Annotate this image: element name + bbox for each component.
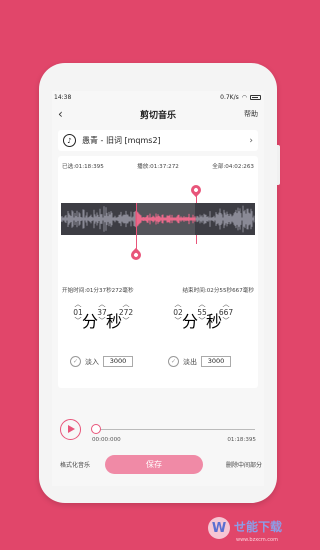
chevron-up-icon[interactable]: ︿ (192, 300, 212, 308)
fade-in-label: 淡入 (85, 357, 99, 366)
fade-in-control: ✓ 淡入 3000 (70, 356, 133, 367)
progress-track[interactable] (95, 429, 255, 430)
start-ms-stepper: ︿ 272 ﹀ (116, 300, 136, 325)
nav-bar: ‹ 剪切音乐 帮助 (52, 103, 264, 125)
save-button[interactable]: 保存 (105, 455, 203, 474)
total-time: 全部:04:02:263 (212, 164, 254, 170)
start-marker-line (136, 203, 137, 249)
song-name: 愚青 - 旧词 [mqms2] (82, 136, 161, 145)
phone-frame: 14:38 0.7K/s ◠ ‹ 剪切音乐 帮助 ♪ 愚青 - 旧词 [mqms… (39, 63, 280, 503)
fade-out-label: 淡出 (183, 357, 197, 366)
music-note-icon: ♪ (63, 134, 76, 147)
back-arrow-icon[interactable]: ‹ (58, 107, 78, 121)
status-bar: 14:38 0.7K/s ◠ (52, 91, 264, 103)
time-summary: 已选:01:18:395 播放:01:37:272 全部:04:02:263 (62, 162, 254, 170)
range-labels: 开始时间:01分37秒272毫秒 结束时间:02分55秒667毫秒 (62, 286, 254, 294)
current-time: 00:00:000 (92, 437, 121, 443)
play-icon[interactable] (60, 419, 81, 440)
watermark-logo-icon: W (208, 517, 230, 539)
fade-out-checkbox[interactable]: ✓ (168, 356, 179, 367)
waveform[interactable] (61, 203, 255, 235)
end-ms-stepper: ︿ 667 ﹀ (216, 300, 236, 325)
chevron-up-icon[interactable]: ︿ (68, 300, 88, 308)
bottom-actions: 格式化音乐 保存 删除中间部分 (52, 453, 264, 475)
fade-out-input[interactable]: 3000 (201, 356, 231, 367)
chevron-down-icon[interactable]: ﹀ (216, 317, 236, 325)
chevron-up-icon[interactable]: ︿ (116, 300, 136, 308)
start-marker-handle[interactable] (128, 247, 144, 263)
end-marker-handle[interactable] (188, 182, 204, 198)
status-icons: 0.7K/s ◠ (220, 94, 261, 101)
fade-in-input[interactable]: 3000 (103, 356, 133, 367)
start-ms-value: 272 (118, 308, 134, 317)
battery-icon (250, 94, 261, 100)
chevron-up-icon[interactable]: ︿ (168, 300, 188, 308)
status-time: 14:38 (54, 93, 72, 101)
help-button[interactable]: 帮助 (238, 109, 258, 119)
fade-out-control: ✓ 淡出 3000 (168, 356, 231, 367)
phone-screen: 14:38 0.7K/s ◠ ‹ 剪切音乐 帮助 ♪ 愚青 - 旧词 [mqms… (52, 91, 264, 486)
chevron-down-icon[interactable]: ﹀ (116, 317, 136, 325)
watermark-text: せ能下载 (234, 520, 283, 534)
end-ms-value: 667 (218, 308, 234, 317)
progress-knob[interactable] (91, 424, 101, 434)
song-selector[interactable]: ♪ 愚青 - 旧词 [mqms2] › (58, 130, 258, 151)
selected-time: 已选:01:18:395 (62, 164, 104, 170)
network-speed: 0.7K/s (220, 93, 239, 101)
delete-middle-button[interactable]: 删除中间部分 (226, 460, 262, 469)
selection-region (136, 203, 195, 235)
watermark-url: www.bzxcm.com (236, 537, 278, 543)
chevron-up-icon[interactable]: ︿ (216, 300, 236, 308)
playback-controls: 00:00:000 01:18:395 (58, 418, 258, 448)
end-time-label: 结束时间:02分55秒667毫秒 (182, 288, 254, 294)
format-music-button[interactable]: 格式化音乐 (60, 460, 90, 469)
playing-time: 播放:01:37:272 (137, 164, 179, 170)
start-time-label: 开始时间:01分37秒272毫秒 (62, 288, 134, 294)
end-time: 01:18:395 (227, 437, 256, 443)
chevron-right-icon: › (249, 135, 253, 146)
fade-in-checkbox[interactable]: ✓ (70, 356, 81, 367)
watermark: W せ能下载 www.bzxcm.com (208, 515, 308, 550)
chevron-up-icon[interactable]: ︿ (92, 300, 112, 308)
wifi-icon: ◠ (241, 93, 247, 101)
editor-card: 已选:01:18:395 播放:01:37:272 全部:04:02:263 开… (58, 156, 258, 388)
page-title: 剪切音乐 (139, 110, 176, 121)
